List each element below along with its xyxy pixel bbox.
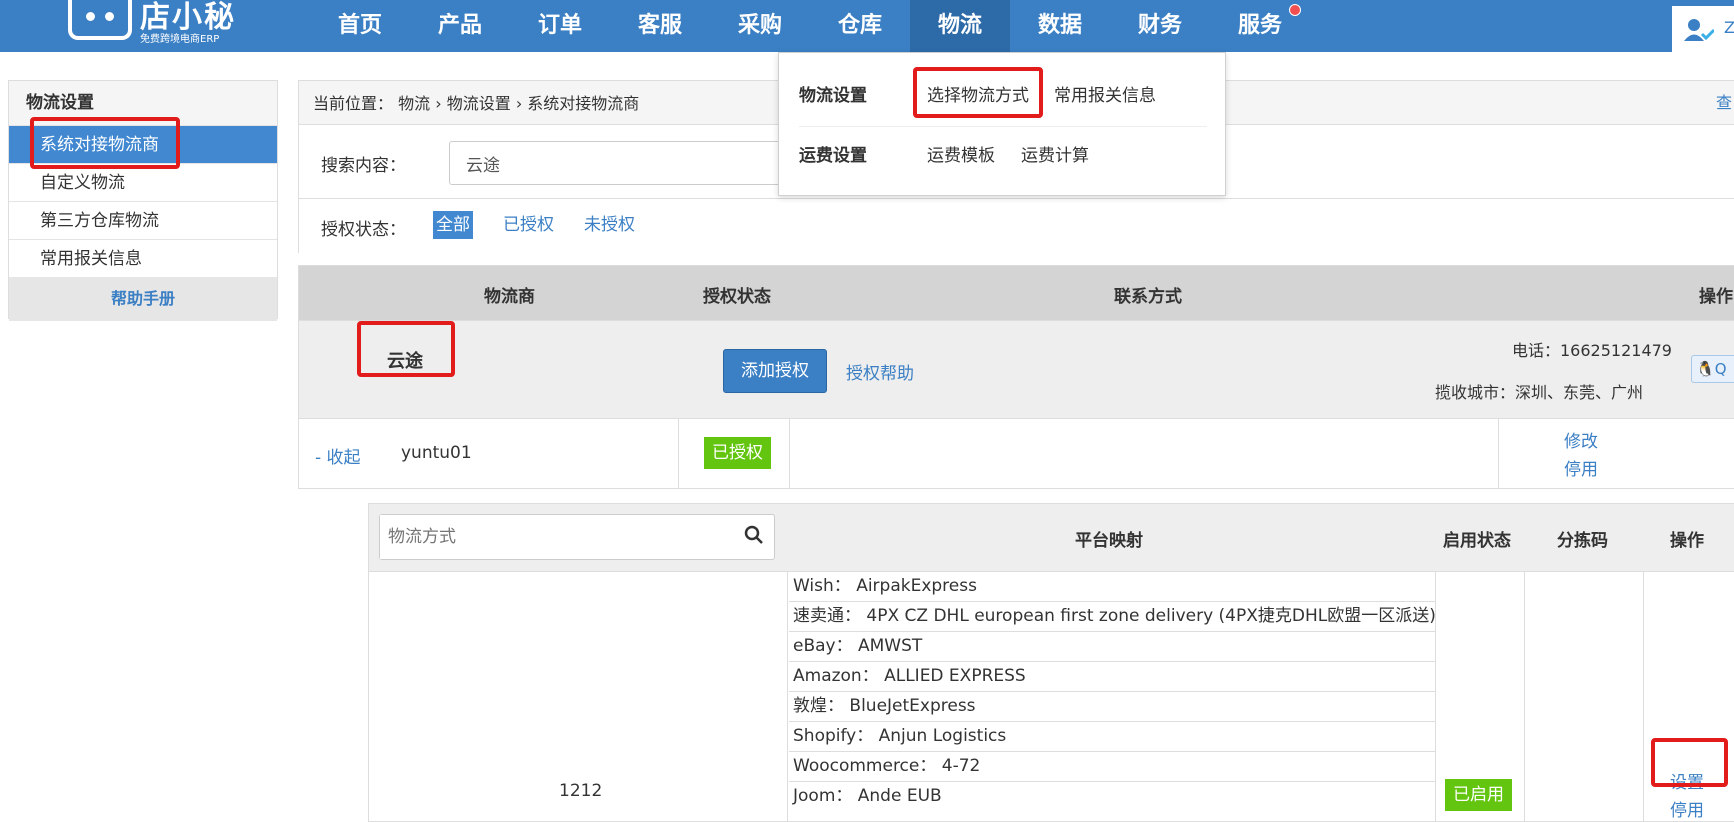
edit-account-link[interactable]: 修改 (1564, 427, 1598, 452)
brand-logo[interactable]: 店小秘 免费跨境电商ERP (68, 0, 268, 46)
nav-home[interactable]: 首页 (310, 0, 410, 52)
breadcrumb-sep-icon: › (515, 94, 528, 113)
method-id: 1212 (559, 781, 603, 801)
nav-products[interactable]: 产品 (410, 0, 510, 52)
shipping-methods-table: 平台映射 启用状态 分拣码 操作 Wish： AirpakExpress 速卖通… (368, 503, 1734, 822)
main-nav: 首页 产品 订单 客服 采购 仓库 物流 数据 财务 服务 (310, 0, 1310, 52)
qq-contact-button[interactable]: 🐧Q (1691, 355, 1734, 383)
auth-filter-all[interactable]: 全部 (433, 211, 473, 239)
col-carrier: 物流商 (484, 287, 535, 307)
col-platform-mapping: 平台映射 (1075, 531, 1143, 551)
dropdown-customs-info[interactable]: 常用报关信息 (1054, 81, 1156, 106)
col-enabled-status: 启用状态 (1443, 531, 1511, 551)
auth-filter-row: 授权状态： 全部 已授权 未授权 (298, 199, 1734, 253)
auth-filter-unauthorized[interactable]: 未授权 (581, 211, 638, 239)
mapping-shopify: Shopify： Anjun Logistics (789, 722, 1435, 752)
mapping-ebay: eBay： AMWST (789, 632, 1435, 662)
user-menu[interactable]: Z (1672, 6, 1734, 52)
qq-label: Q (1714, 360, 1727, 378)
method-row: Wish： AirpakExpress 速卖通： 4PX CZ DHL euro… (369, 571, 1734, 822)
add-authorization-button[interactable]: 添加授权 (723, 349, 827, 393)
vendor-phone: 电话：16625121479 (1512, 341, 1672, 360)
mapping-amazon: Amazon： ALLIED EXPRESS (789, 662, 1435, 692)
mapping-wish: Wish： AirpakExpress (789, 572, 1435, 602)
col-auth-status: 授权状态 (703, 287, 771, 307)
method-search-box (379, 514, 775, 560)
breadcrumb-prefix: 当前位置： (313, 94, 394, 113)
breadcrumb-logistics[interactable]: 物流 (398, 94, 430, 113)
col-contact: 联系方式 (1114, 287, 1182, 307)
mapping-aliexpress: 速卖通： 4PX CZ DHL european first zone deli… (789, 602, 1435, 632)
nav-purchasing[interactable]: 采购 (710, 0, 810, 52)
search-label: 搜索内容： (321, 156, 406, 176)
nav-data[interactable]: 数据 (1010, 0, 1110, 52)
nav-customer-service[interactable]: 客服 (610, 0, 710, 52)
nav-orders[interactable]: 订单 (510, 0, 610, 52)
col-sort-code: 分拣码 (1557, 531, 1608, 551)
carrier-grid-header: 物流商 授权状态 联系方式 操作 (299, 266, 1734, 320)
highlight-box (30, 117, 180, 169)
vendor-pickup-cities: 揽收城市：深圳、东莞、广州 (1435, 383, 1644, 402)
carrier-grid: 物流商 授权状态 联系方式 操作 云途 添加授权 授权帮助 电话：1662512… (298, 265, 1734, 489)
nav-logistics[interactable]: 物流 (910, 0, 1010, 52)
highlight-box (913, 67, 1043, 118)
qq-penguin-icon: 🐧 (1696, 360, 1715, 378)
sidebar-item-customs-info[interactable]: 常用报关信息 (9, 239, 277, 277)
highlight-box (1651, 738, 1728, 787)
disable-account-link[interactable]: 停用 (1564, 455, 1598, 480)
account-row: - 收起 yuntu01 已授权 修改 停用 (299, 418, 1734, 489)
nav-warehouse[interactable]: 仓库 (810, 0, 910, 52)
user-icon (1684, 18, 1716, 47)
sidebar-item-3pl-warehouse[interactable]: 第三方仓库物流 (9, 201, 277, 239)
col-actions: 操作 (1699, 287, 1733, 307)
mapping-dhgate: 敦煌： BlueJetExpress (789, 692, 1435, 722)
robot-logo-icon (68, 0, 132, 40)
help-manual-link[interactable]: 帮助手册 (9, 277, 277, 321)
auth-filter-authorized[interactable]: 已授权 (500, 211, 557, 239)
user-initial: Z (1724, 18, 1734, 37)
enabled-badge: 已启用 (1445, 779, 1512, 811)
notification-dot (1289, 4, 1301, 16)
collapse-toggle[interactable]: - 收起 (315, 443, 361, 468)
col-method-actions: 操作 (1670, 531, 1704, 551)
vendor-row: 云途 添加授权 授权帮助 电话：16625121479 揽收城市：深圳、东莞、广… (299, 320, 1734, 418)
auth-filter-label: 授权状态： (321, 220, 406, 240)
authorization-help-link[interactable]: 授权帮助 (846, 359, 914, 384)
authorized-badge: 已授权 (704, 437, 771, 469)
highlight-box (357, 321, 455, 377)
breadcrumb-logistics-settings[interactable]: 物流设置 (447, 94, 511, 113)
dropdown-divider (799, 126, 1207, 127)
breadcrumb-right-link[interactable]: 查 (1716, 80, 1732, 125)
dropdown-freight-calculator[interactable]: 运费计算 (1021, 141, 1089, 166)
mapping-woocommerce: Woocommerce： 4-72 (789, 752, 1435, 782)
dropdown-group-logistics-settings: 物流设置 (799, 86, 867, 106)
method-search-input[interactable] (380, 515, 720, 559)
sidebar: 物流设置 系统对接物流商 自定义物流 第三方仓库物流 常用报关信息 帮助手册 (8, 80, 278, 321)
top-navbar: 店小秘 免费跨境电商ERP 首页 产品 订单 客服 采购 仓库 物流 数据 财务… (0, 0, 1734, 52)
breadcrumb-sep-icon: › (435, 94, 447, 113)
methods-header: 平台映射 启用状态 分拣码 操作 (369, 504, 1734, 571)
nav-finance[interactable]: 财务 (1110, 0, 1210, 52)
dropdown-freight-template[interactable]: 运费模板 (927, 141, 995, 166)
breadcrumb-current: 系统对接物流商 (527, 94, 640, 113)
search-icon[interactable] (744, 525, 764, 550)
brand-subtitle: 免费跨境电商ERP (140, 34, 220, 45)
method-disable-link[interactable]: 停用 (1670, 796, 1704, 821)
dropdown-group-freight-settings: 运费设置 (799, 146, 867, 166)
account-name: yuntu01 (401, 443, 472, 463)
mapping-joom: Joom： Ande EUB (793, 786, 942, 806)
